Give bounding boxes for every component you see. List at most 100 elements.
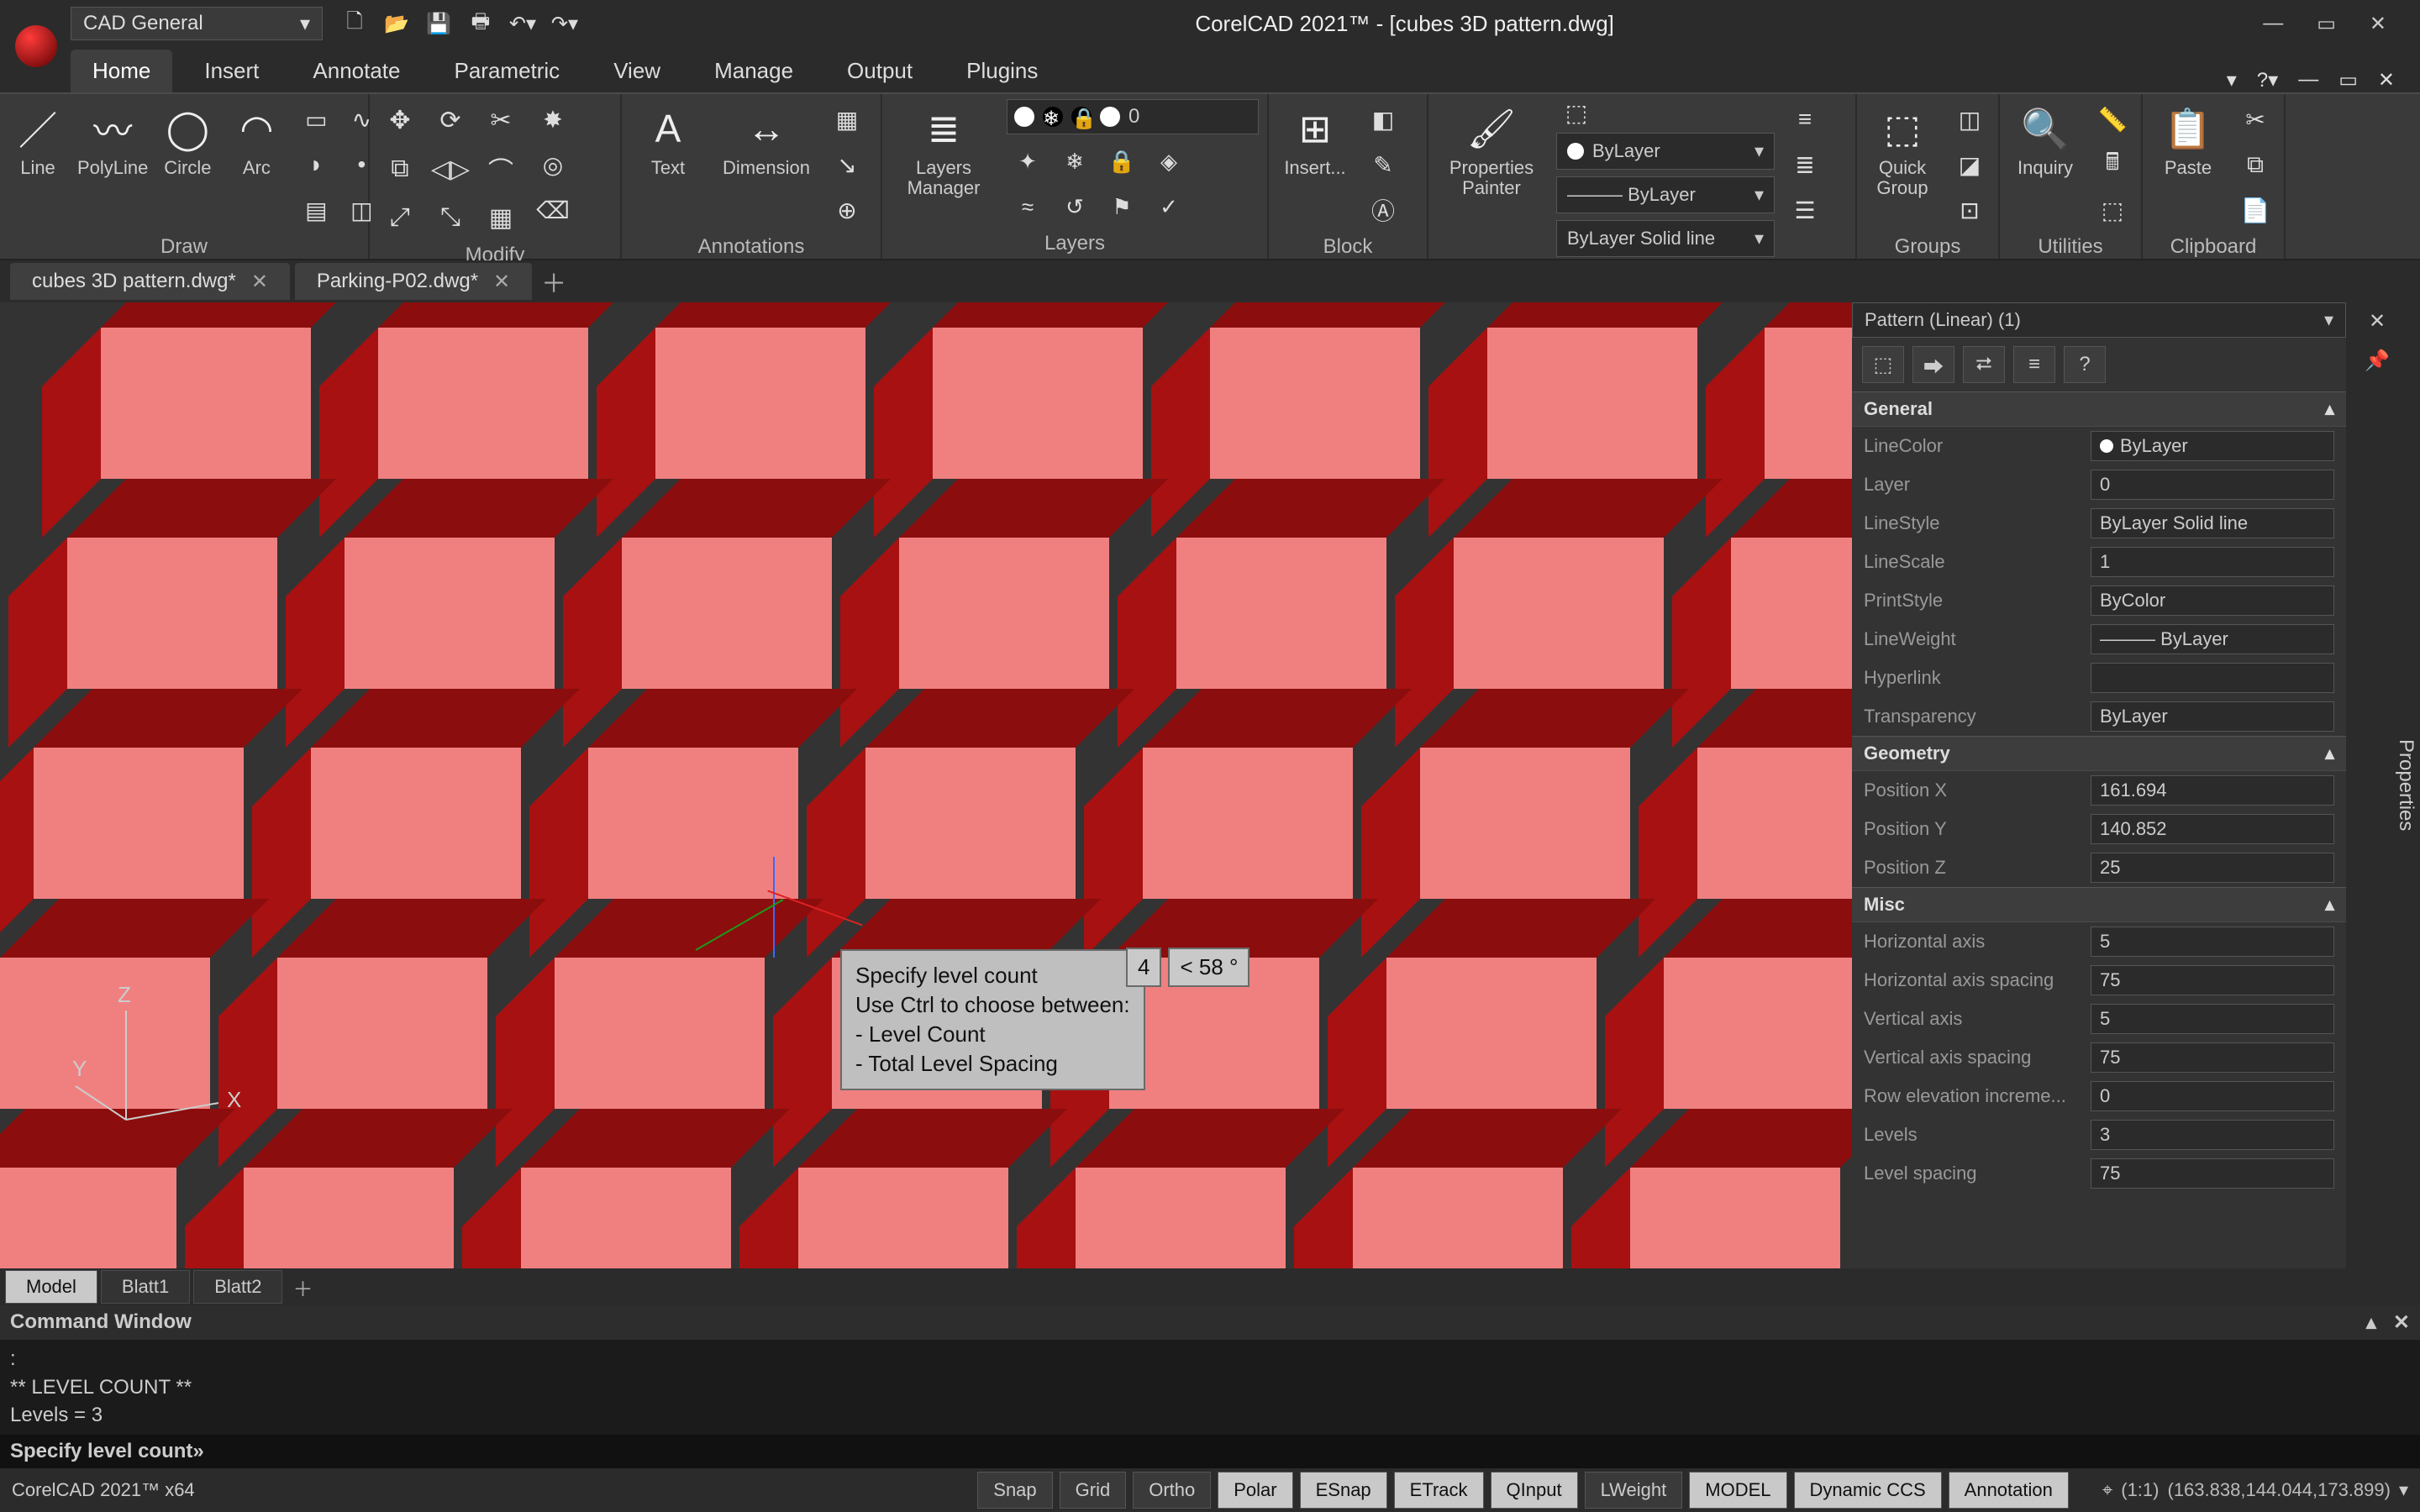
prop-list2-icon[interactable]: ≣ bbox=[1785, 144, 1825, 185]
cmd-close-icon[interactable]: ✕ bbox=[2393, 1310, 2410, 1335]
menu-tab-insert[interactable]: Insert bbox=[182, 50, 281, 92]
help-button[interactable]: ? bbox=[2064, 346, 2106, 383]
prop-value[interactable]: 140.852 bbox=[2091, 814, 2334, 844]
circle-button[interactable]: ◯Circle bbox=[158, 99, 217, 178]
annoscale-icon[interactable]: ⌖ bbox=[2102, 1479, 2112, 1501]
palette-close-icon[interactable]: ✕ bbox=[2369, 309, 2386, 333]
paste-button[interactable]: 📋Paste bbox=[2151, 99, 2225, 178]
block-edit-icon[interactable]: ✎ bbox=[1363, 144, 1403, 185]
group-edit-icon[interactable]: ⊡ bbox=[1949, 190, 1990, 230]
hatch-icon[interactable]: ▤ bbox=[296, 190, 336, 230]
status-toggle-qinput[interactable]: QInput bbox=[1491, 1472, 1578, 1509]
rotate-icon[interactable]: ⟳ bbox=[429, 99, 472, 141]
prop-value[interactable]: 0 bbox=[2091, 1081, 2334, 1111]
angle-input[interactable]: < 58 ° bbox=[1168, 948, 1249, 987]
prop-value[interactable]: 0 bbox=[2091, 470, 2334, 500]
prop-list3-icon[interactable]: ☰ bbox=[1785, 190, 1825, 230]
section-misc[interactable]: Misc▴ bbox=[1852, 887, 2346, 922]
prop-value[interactable]: ByLayer bbox=[2091, 701, 2334, 732]
stretch-icon[interactable]: ⤢ bbox=[378, 197, 422, 239]
add-tab-icon[interactable]: ＋ bbox=[537, 263, 571, 300]
status-toggle-snap[interactable]: Snap bbox=[977, 1472, 1052, 1509]
properties-scrollbar[interactable] bbox=[2346, 302, 2363, 1268]
prop-value[interactable]: ——— ByLayer bbox=[2091, 624, 2334, 654]
prop-list-icon[interactable]: ≡ bbox=[1785, 99, 1825, 139]
erase-icon[interactable]: ⌫ bbox=[533, 190, 573, 230]
layer-freeze-icon[interactable]: ❄ bbox=[1054, 141, 1096, 181]
menu-tab-parametric[interactable]: Parametric bbox=[432, 50, 581, 92]
menu-tab-view[interactable]: View bbox=[592, 50, 682, 92]
mdi-restore-icon[interactable]: ▭ bbox=[2338, 68, 2358, 92]
measure-icon[interactable]: 📏 bbox=[2092, 99, 2133, 139]
layout-tab-model[interactable]: Model bbox=[5, 1270, 97, 1304]
status-toggle-annotation[interactable]: Annotation bbox=[1949, 1472, 2069, 1509]
prop-value[interactable]: ByColor bbox=[2091, 585, 2334, 616]
drawing-canvas[interactable]: Specify level countUse Ctrl to choose be… bbox=[0, 302, 1852, 1268]
save-icon[interactable]: 💾 bbox=[424, 8, 454, 39]
print-icon[interactable]: 🖶 bbox=[466, 8, 496, 39]
menu-tab-plugins[interactable]: Plugins bbox=[944, 50, 1060, 92]
menu-tab-output[interactable]: Output bbox=[825, 50, 934, 92]
text-button[interactable]: AText bbox=[630, 99, 706, 178]
tolerance-icon[interactable]: ⊕ bbox=[827, 190, 867, 230]
layout-tab-blatt2[interactable]: Blatt2 bbox=[193, 1270, 282, 1304]
layer-on-icon[interactable]: ✦ bbox=[1007, 141, 1049, 181]
line-button[interactable]: ／Line bbox=[8, 99, 67, 178]
arc-button[interactable]: ◠Arc bbox=[227, 99, 286, 178]
dynamic-input[interactable]: 4 < 58 ° bbox=[1126, 948, 1249, 987]
insert-block-button[interactable]: ⊞Insert... bbox=[1277, 99, 1353, 178]
menu-tab-manage[interactable]: Manage bbox=[692, 50, 815, 92]
status-toggle-etrack[interactable]: ETrack bbox=[1394, 1472, 1484, 1509]
mdi-minimize-icon[interactable]: — bbox=[2298, 68, 2318, 92]
help-icon[interactable]: ?▾ bbox=[2257, 68, 2278, 92]
status-toggle-esnap[interactable]: ESnap bbox=[1300, 1472, 1387, 1509]
minimize-icon[interactable]: — bbox=[2263, 12, 2283, 36]
add-layout-icon[interactable]: ＋ bbox=[286, 1273, 319, 1302]
inquiry-button[interactable]: 🔍Inquiry bbox=[2008, 99, 2082, 178]
ribbon-options-icon[interactable]: ▾ bbox=[2227, 68, 2237, 92]
workspace-selector[interactable]: CAD General ▾ bbox=[71, 7, 323, 40]
leader-icon[interactable]: ↘ bbox=[827, 144, 867, 185]
layer-combo[interactable]: ❄🔒0 bbox=[1007, 99, 1259, 134]
array-icon[interactable]: ▦ bbox=[479, 197, 523, 239]
sort-icon[interactable]: ≡ bbox=[2013, 346, 2055, 383]
prop-value[interactable]: 1 bbox=[2091, 547, 2334, 577]
count-input[interactable]: 4 bbox=[1126, 948, 1161, 987]
layer-apply-icon[interactable]: ✓ bbox=[1148, 186, 1190, 227]
cut-icon[interactable]: ✂ bbox=[2235, 99, 2275, 139]
scale-icon[interactable]: ⤡ bbox=[429, 197, 472, 239]
trim-icon[interactable]: ✂ bbox=[479, 99, 523, 141]
properties-painter-button[interactable]: 🖌Properties Painter bbox=[1437, 99, 1546, 198]
prop-value[interactable]: ByLayer bbox=[2091, 431, 2334, 461]
rectangle-icon[interactable]: ▭ bbox=[296, 99, 336, 139]
prop-value[interactable]: ByLayer Solid line bbox=[2091, 508, 2334, 538]
layers-manager-button[interactable]: ≣Layers Manager bbox=[891, 99, 997, 198]
redo-icon[interactable]: ↷▾ bbox=[550, 8, 580, 39]
cmd-collapse-icon[interactable]: ▴ bbox=[2366, 1310, 2376, 1335]
table-icon[interactable]: ▦ bbox=[827, 99, 867, 139]
mdi-close-icon[interactable]: ✕ bbox=[2378, 68, 2395, 92]
match-icon[interactable]: ⬚ bbox=[1556, 99, 1597, 126]
group-icon[interactable]: ◫ bbox=[1949, 99, 1990, 139]
layer-iso-icon[interactable]: ◈ bbox=[1148, 141, 1190, 181]
close-tab-icon[interactable]: ✕ bbox=[251, 270, 268, 294]
status-toggle-grid[interactable]: Grid bbox=[1060, 1472, 1127, 1509]
layer-lock-icon[interactable]: 🔒 bbox=[1101, 141, 1143, 181]
selection-combo[interactable]: Pattern (Linear) (1)▾ bbox=[1852, 302, 2346, 338]
linestyle-combo[interactable]: ByLayer Solid line▾ bbox=[1556, 220, 1775, 257]
close-icon[interactable]: ✕ bbox=[2370, 12, 2386, 36]
prop-value[interactable]: 5 bbox=[2091, 927, 2334, 957]
layer-prev-icon[interactable]: ↺ bbox=[1054, 186, 1096, 227]
color-combo[interactable]: ByLayer▾ bbox=[1556, 133, 1775, 170]
close-tab-icon[interactable]: ✕ bbox=[493, 270, 510, 294]
polyline-button[interactable]: 〰PolyLine bbox=[77, 99, 148, 178]
prop-value[interactable]: 25 bbox=[2091, 853, 2334, 883]
select-icon[interactable]: ⬚ bbox=[2092, 190, 2133, 230]
paste-spec-icon[interactable]: 📄 bbox=[2235, 190, 2275, 230]
status-toggle-dynamic ccs[interactable]: Dynamic CCS bbox=[1794, 1472, 1942, 1509]
filter-icon[interactable]: ⮂ bbox=[1963, 346, 2005, 383]
palette-pin-icon[interactable]: 📌 bbox=[2365, 349, 2390, 373]
offset-icon[interactable]: ◎ bbox=[533, 144, 573, 185]
pick-icon[interactable]: ⬚ bbox=[1862, 346, 1904, 383]
fillet-icon[interactable]: ⌒ bbox=[479, 148, 523, 190]
